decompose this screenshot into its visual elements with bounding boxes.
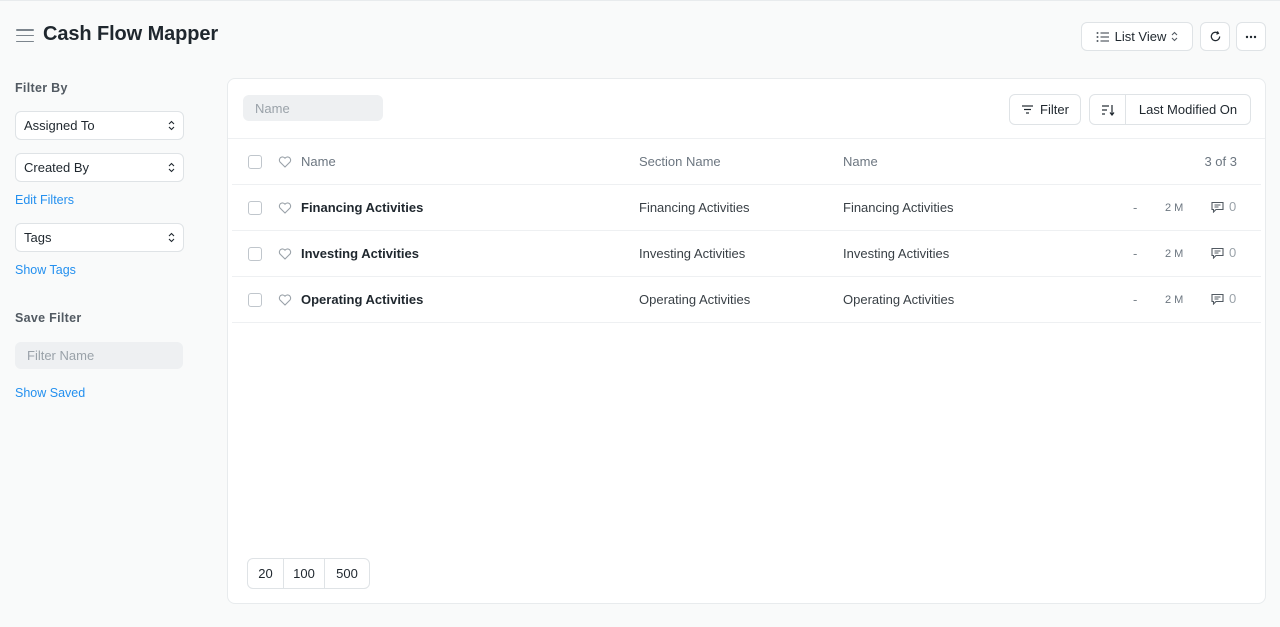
- heart-icon[interactable]: [278, 201, 292, 215]
- row-assigned: -: [1133, 292, 1138, 307]
- table-row[interactable]: Financing Activities Financing Activitie…: [228, 185, 1265, 231]
- row-checkbox[interactable]: [248, 247, 262, 261]
- refresh-button[interactable]: [1200, 22, 1230, 51]
- row-name-2: Financing Activities: [843, 200, 954, 215]
- heart-icon[interactable]: [278, 293, 292, 307]
- list-view-button[interactable]: List View: [1081, 22, 1193, 51]
- row-section-name: Financing Activities: [639, 200, 750, 215]
- assigned-to-label: Assigned To: [24, 118, 95, 133]
- record-count: 3 of 3: [1204, 154, 1237, 169]
- sort-direction-button[interactable]: [1090, 95, 1126, 124]
- sort-by-button[interactable]: Last Modified On: [1126, 95, 1250, 124]
- page-header: Cash Flow Mapper List View: [0, 1, 1280, 71]
- table-header: Name Section Name Name 3 of 3: [228, 139, 1265, 185]
- refresh-icon: [1210, 31, 1220, 42]
- comment-count: 0: [1229, 291, 1237, 306]
- filter-by-label: Filter By: [15, 81, 68, 95]
- comment-count: 0: [1229, 245, 1237, 260]
- row-checkbox[interactable]: [248, 201, 262, 215]
- row-comments[interactable]: 0: [1211, 199, 1236, 214]
- page-length-500-button[interactable]: 500: [325, 559, 369, 588]
- more-options-button[interactable]: [1236, 22, 1266, 51]
- select-caret-icon: [1172, 31, 1178, 42]
- page-title: Cash Flow Mapper: [43, 23, 219, 45]
- row-modified: 2 M: [1165, 248, 1184, 260]
- row-comments[interactable]: 0: [1211, 291, 1236, 306]
- column-header-name: Name: [301, 154, 336, 169]
- table-row[interactable]: Operating Activities Operating Activitie…: [228, 277, 1265, 323]
- row-name-2: Investing Activities: [843, 246, 950, 261]
- column-header-section-name: Section Name: [639, 154, 721, 169]
- page-length-100-button[interactable]: 100: [284, 559, 325, 588]
- row-name-link[interactable]: Financing Activities: [301, 200, 423, 215]
- comment-icon: [1211, 293, 1224, 305]
- select-caret-icon: [168, 120, 175, 131]
- edit-filters-link[interactable]: Edit Filters: [15, 193, 74, 207]
- name-search-input[interactable]: [243, 95, 383, 121]
- list-icon: [1096, 31, 1109, 42]
- filter-button[interactable]: Filter: [1009, 94, 1081, 125]
- filter-label: Filter: [1040, 102, 1069, 117]
- save-filter-label: Save Filter: [15, 311, 82, 325]
- list-view-label: List View: [1114, 29, 1167, 44]
- row-checkbox[interactable]: [248, 293, 262, 307]
- select-caret-icon: [168, 162, 175, 173]
- comment-count: 0: [1229, 199, 1237, 214]
- page-length-20-button[interactable]: 20: [248, 559, 284, 588]
- filter-icon: [1022, 105, 1034, 114]
- list-panel: Filter Last Modified On Name Section Nam…: [227, 78, 1266, 604]
- sort-descending-icon: [1101, 104, 1114, 116]
- tags-select[interactable]: Tags: [15, 223, 184, 252]
- row-name-link[interactable]: Operating Activities: [301, 292, 423, 307]
- select-all-checkbox[interactable]: [248, 155, 262, 169]
- show-tags-link[interactable]: Show Tags: [15, 263, 76, 277]
- more-horizontal-icon: [1245, 35, 1257, 38]
- hamburger-icon[interactable]: [16, 29, 34, 43]
- show-saved-link[interactable]: Show Saved: [15, 386, 85, 400]
- comment-icon: [1211, 201, 1224, 213]
- column-header-name-2: Name: [843, 154, 878, 169]
- select-caret-icon: [168, 232, 175, 243]
- heart-icon[interactable]: [278, 155, 292, 169]
- row-modified: 2 M: [1165, 202, 1184, 214]
- table-row[interactable]: Investing Activities Investing Activitie…: [228, 231, 1265, 277]
- created-by-select[interactable]: Created By: [15, 153, 184, 182]
- sort-control: Last Modified On: [1089, 94, 1251, 125]
- row-modified: 2 M: [1165, 294, 1184, 306]
- row-section-name: Investing Activities: [639, 246, 746, 261]
- comment-icon: [1211, 247, 1224, 259]
- tags-label: Tags: [24, 230, 52, 245]
- assigned-to-select[interactable]: Assigned To: [15, 111, 184, 140]
- row-assigned: -: [1133, 246, 1138, 261]
- row-comments[interactable]: 0: [1211, 245, 1236, 260]
- created-by-label: Created By: [24, 160, 90, 175]
- row-name-link[interactable]: Investing Activities: [301, 246, 419, 261]
- filter-name-input[interactable]: [15, 342, 183, 369]
- page-length-selector: 20 100 500: [247, 558, 370, 589]
- row-assigned: -: [1133, 200, 1138, 215]
- row-name-2: Operating Activities: [843, 292, 955, 307]
- row-section-name: Operating Activities: [639, 292, 751, 307]
- heart-icon[interactable]: [278, 247, 292, 261]
